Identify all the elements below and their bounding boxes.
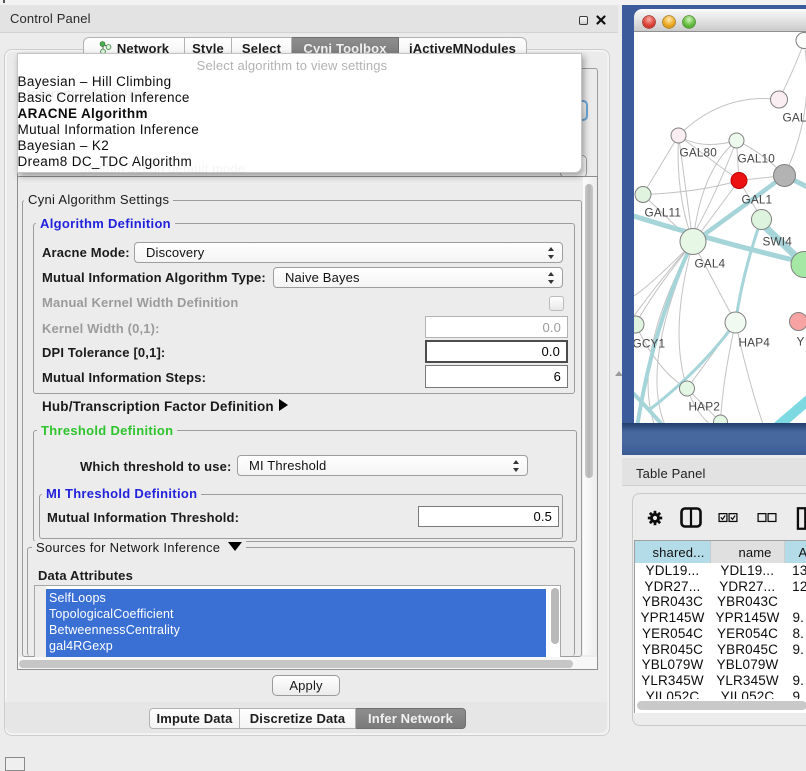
svg-text:GAL1: GAL1	[741, 192, 772, 206]
svg-text:GAL: GAL	[782, 110, 806, 124]
svg-text:GCY1: GCY1	[634, 336, 665, 350]
svg-text:HAP4: HAP4	[738, 335, 770, 349]
svg-text:HAP2: HAP2	[688, 399, 719, 413]
svg-text:GAL80: GAL80	[679, 145, 717, 159]
svg-text:GAL4: GAL4	[694, 256, 725, 270]
svg-text:Y: Y	[796, 334, 804, 348]
svg-text:GAL11: GAL11	[644, 205, 681, 219]
svg-text:SWI4: SWI4	[762, 234, 792, 248]
svg-text:GAL10: GAL10	[737, 151, 775, 165]
